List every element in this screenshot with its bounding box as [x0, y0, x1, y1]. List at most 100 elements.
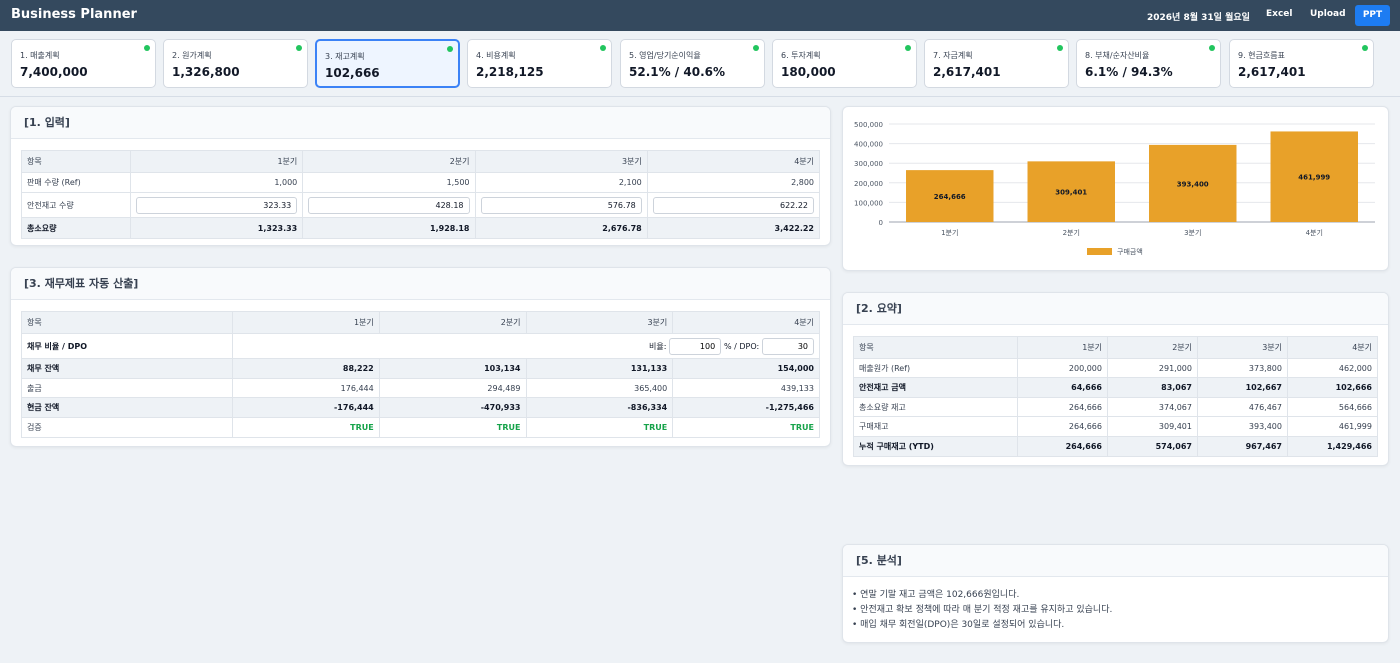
cell: 2,100 — [474, 172, 648, 193]
excel-button[interactable]: Excel — [1266, 9, 1292, 19]
column-header: 1분기 — [232, 311, 380, 334]
safety-stock-input-q1[interactable] — [136, 196, 298, 214]
current-date: 2026년 8월 31일 월요일 — [1147, 13, 1250, 23]
row-label: 총소요량 재고 — [853, 397, 1018, 417]
table-row: 검증 TRUE TRUE TRUE TRUE — [21, 417, 820, 438]
cell: 564,666 — [1287, 397, 1378, 417]
x-tick-label: 1분기 — [941, 228, 958, 237]
cell: 462,000 — [1287, 358, 1378, 378]
status-dot-icon — [447, 46, 453, 52]
cell: 291,000 — [1107, 358, 1198, 378]
plan-tab-bar: 1. 매출계획 7,400,000 2. 원가계획 1,326,800 3. 재… — [0, 31, 1400, 97]
input-card: [1. 입력] 항목 1분기 2분기 3분기 4분기 판매 수량 (Ref) 1… — [10, 106, 831, 246]
table-row: 총소요량 재고 264,666 374,067 476,467 564,666 — [853, 397, 1378, 417]
finance-table: 항목 1분기 2분기 3분기 4분기 채무 비율 / DPO 비율: % / D… — [21, 311, 820, 438]
cell: 294,489 — [378, 378, 527, 398]
column-header: 2분기 — [378, 311, 527, 334]
table-row: 매출원가 (Ref) 200,000 291,000 373,800 462,0… — [853, 358, 1378, 378]
y-tick-label: 500,000 — [854, 121, 883, 129]
tab-cash-flow[interactable]: 9. 현금흐름표 2,617,401 — [1229, 39, 1374, 88]
app-title: Business Planner — [11, 7, 137, 22]
row-label: 구매재고 — [853, 416, 1018, 437]
ppt-button[interactable]: PPT — [1355, 5, 1390, 26]
column-header: 4분기 — [1287, 336, 1378, 359]
row-label: 채무 비율 / DPO — [21, 333, 233, 359]
cell: 393,400 — [1197, 416, 1288, 437]
table-row: 구매재고 264,666 309,401 393,400 461,999 — [853, 416, 1378, 437]
tab-value: 2,617,401 — [933, 65, 1001, 79]
cell: 365,400 — [525, 378, 674, 398]
cell: 103,134 — [378, 358, 527, 379]
table-row: 판매 수량 (Ref) 1,000 1,500 2,100 2,800 — [21, 172, 821, 193]
safety-stock-input-q4[interactable] — [652, 196, 814, 214]
debt-ratio-input[interactable] — [669, 337, 722, 355]
column-header: 4분기 — [672, 311, 820, 334]
dpo-label: % / DPO: — [723, 341, 760, 351]
data-label: 264,666 — [934, 193, 966, 201]
tab-label: 1. 매출계획 — [20, 51, 60, 60]
cell: -470,933 — [378, 397, 527, 418]
table-row: 총소요량 1,323.33 1,928.18 2,676.78 3,422.22 — [21, 217, 821, 239]
cell: 1,429,466 — [1287, 436, 1378, 457]
x-tick-label: 2분기 — [1063, 228, 1080, 237]
tab-expense-plan[interactable]: 4. 비용계획 2,218,125 — [467, 39, 612, 88]
cell: 2,676.78 — [474, 217, 648, 239]
cell: 1,928.18 — [302, 217, 476, 239]
tab-label: 4. 비용계획 — [476, 51, 516, 60]
section-title: [1. 입력] — [11, 107, 830, 139]
status-dot-icon — [296, 45, 302, 51]
tab-value: 2,617,401 — [1238, 65, 1306, 79]
tab-label: 7. 자금계획 — [933, 51, 973, 60]
data-label: 393,400 — [1177, 180, 1209, 188]
upload-button[interactable]: Upload — [1310, 9, 1346, 19]
table-row: 현금 잔액 -176,444 -470,933 -836,334 -1,275,… — [21, 397, 820, 418]
cell: 200,000 — [1017, 358, 1108, 378]
x-tick-label: 3분기 — [1184, 228, 1201, 237]
tab-inventory-plan[interactable]: 3. 재고계획 102,666 — [315, 39, 460, 88]
safety-stock-input-q2[interactable] — [308, 196, 470, 214]
data-label: 461,999 — [1298, 174, 1330, 182]
cell: 461,999 — [1287, 416, 1378, 437]
column-header: 3분기 — [1197, 336, 1288, 359]
row-label: 총소요량 — [21, 217, 131, 239]
finance-card: [3. 재무제표 자동 산출] 항목 1분기 2분기 3분기 4분기 채무 비율… — [10, 267, 831, 447]
tab-debt-ratio[interactable]: 8. 부채/순자산비율 6.1% / 94.3% — [1076, 39, 1221, 88]
cell: 309,401 — [1107, 416, 1198, 437]
tab-label: 3. 재고계획 — [325, 52, 365, 61]
cell: 439,133 — [672, 378, 820, 398]
top-header: Business Planner 2026년 8월 31일 월요일 Excel … — [0, 0, 1400, 31]
x-tick-label: 4분기 — [1306, 228, 1323, 237]
cell: 264,666 — [1017, 436, 1108, 457]
legend-swatch — [1087, 248, 1112, 255]
tab-profit-margin[interactable]: 5. 영업/당기순이익율 52.1% / 40.6% — [620, 39, 765, 88]
cell: 373,800 — [1197, 358, 1288, 378]
analysis-line: • 연말 기말 재고 금액은 102,666원입니다. — [852, 590, 1020, 600]
column-header: 항목 — [21, 311, 233, 334]
cell: 88,222 — [232, 358, 380, 379]
summary-table: 항목 1분기 2분기 3분기 4분기 매출원가 (Ref) 200,000 29… — [853, 336, 1378, 457]
purchase-chart-card: 0 100,000 200,000 300,000 400,000 500,000 264,… — [842, 106, 1389, 271]
tab-value: 52.1% / 40.6% — [629, 65, 725, 79]
tab-funding-plan[interactable]: 7. 자금계획 2,617,401 — [924, 39, 1069, 88]
input-table: 항목 1분기 2분기 3분기 4분기 판매 수량 (Ref) 1,000 1,5… — [21, 150, 821, 239]
cell: -836,334 — [525, 397, 674, 418]
dpo-input[interactable] — [762, 337, 814, 355]
status-dot-icon — [600, 45, 606, 51]
row-label: 안전재고 수량 — [21, 192, 131, 218]
tab-value: 180,000 — [781, 65, 836, 79]
cell: 83,067 — [1107, 377, 1198, 398]
table-row: 안전재고 수량 — [21, 192, 821, 218]
analysis-card: [5. 분석] • 연말 기말 재고 금액은 102,666원입니다. • 안전… — [842, 544, 1389, 643]
cell: 264,666 — [1017, 416, 1108, 437]
tab-sales-plan[interactable]: 1. 매출계획 7,400,000 — [11, 39, 156, 88]
validation-cell: TRUE — [672, 417, 820, 438]
tab-cost-plan[interactable]: 2. 원가계획 1,326,800 — [163, 39, 308, 88]
tab-label: 2. 원가계획 — [172, 51, 212, 60]
tab-investment-plan[interactable]: 6. 투자계획 180,000 — [772, 39, 917, 88]
cell: 1,323.33 — [129, 217, 304, 239]
data-label: 309,401 — [1055, 189, 1087, 197]
safety-stock-input-q3[interactable] — [480, 196, 642, 214]
cell: 574,067 — [1107, 436, 1198, 457]
cell: 102,666 — [1287, 377, 1378, 398]
table-row: 누적 구매재고 (YTD) 264,666 574,067 967,467 1,… — [853, 436, 1378, 457]
